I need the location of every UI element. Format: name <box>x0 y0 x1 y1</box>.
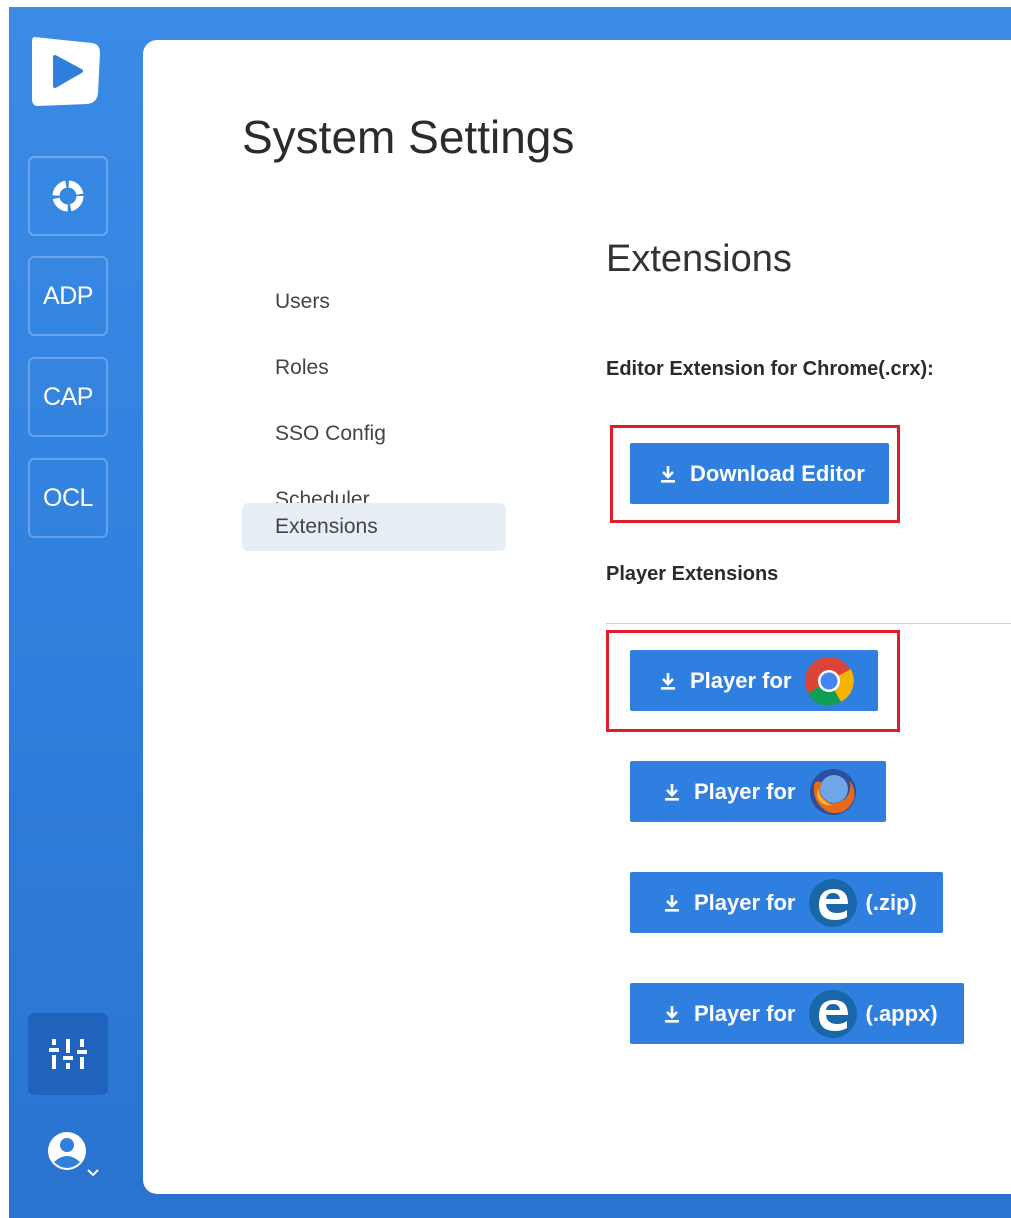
settings-nav-label: SSO Config <box>275 422 386 445</box>
edge-icon <box>808 878 857 927</box>
button-suffix: (.appx) <box>865 1000 938 1026</box>
firefox-icon <box>809 768 856 815</box>
settings-nav-label: Extensions <box>275 515 378 538</box>
player-edge-appx-button[interactable]: Player for (.appx) <box>630 983 964 1044</box>
settings-nav-roles[interactable]: Roles <box>242 344 506 392</box>
chrome-icon <box>804 656 854 706</box>
sidebar-item-label: ADP <box>43 281 93 310</box>
player-firefox-button[interactable]: Player for <box>630 761 886 822</box>
settings-nav-sso-config[interactable]: SSO Config <box>242 410 506 458</box>
download-icon <box>665 1005 679 1023</box>
button-label: Download Editor <box>690 460 865 486</box>
settings-nav-users[interactable]: Users <box>242 278 506 326</box>
player-extensions-label: Player Extensions <box>606 563 779 585</box>
sidebar-item-ocl[interactable]: OCL <box>28 458 108 538</box>
player-edge-zip-button[interactable]: Player for (.zip) <box>630 872 943 933</box>
sidebar-item-label: CAP <box>43 382 93 411</box>
user-icon[interactable] <box>44 1128 104 1184</box>
download-editor-button[interactable]: Download Editor <box>630 443 889 504</box>
sidebar-item-settings[interactable] <box>28 1013 108 1095</box>
section-title: Extensions <box>606 238 792 280</box>
button-label: Player for <box>690 667 792 693</box>
download-icon <box>661 465 675 483</box>
download-icon <box>661 672 675 690</box>
button-suffix: (.zip) <box>865 889 917 915</box>
main-panel: System Settings Users Roles SSO Config S… <box>143 40 1011 1194</box>
sidebar-item-adp[interactable]: ADP <box>28 256 108 336</box>
sidebar-item-refresh[interactable] <box>28 156 108 236</box>
app-logo[interactable] <box>28 33 104 109</box>
refresh-icon <box>52 180 84 212</box>
divider <box>606 623 1011 624</box>
download-icon <box>665 783 679 801</box>
download-icon <box>665 894 679 912</box>
settings-nav-extensions[interactable]: Extensions <box>242 503 506 551</box>
sidebar-item-label: OCL <box>43 483 93 512</box>
button-label: Player for <box>694 889 796 915</box>
settings-nav-label: Roles <box>275 356 329 379</box>
player-chrome-button[interactable]: Player for <box>630 650 878 711</box>
settings-nav-label: Users <box>275 290 330 313</box>
button-label: Player for <box>694 1000 796 1026</box>
editor-extension-label: Editor Extension for Chrome(.crx): <box>606 358 934 380</box>
page-title: System Settings <box>242 111 575 163</box>
edge-icon <box>808 989 857 1038</box>
sliders-icon <box>49 1039 87 1069</box>
button-label: Player for <box>694 778 796 804</box>
sidebar-item-cap[interactable]: CAP <box>28 357 108 437</box>
